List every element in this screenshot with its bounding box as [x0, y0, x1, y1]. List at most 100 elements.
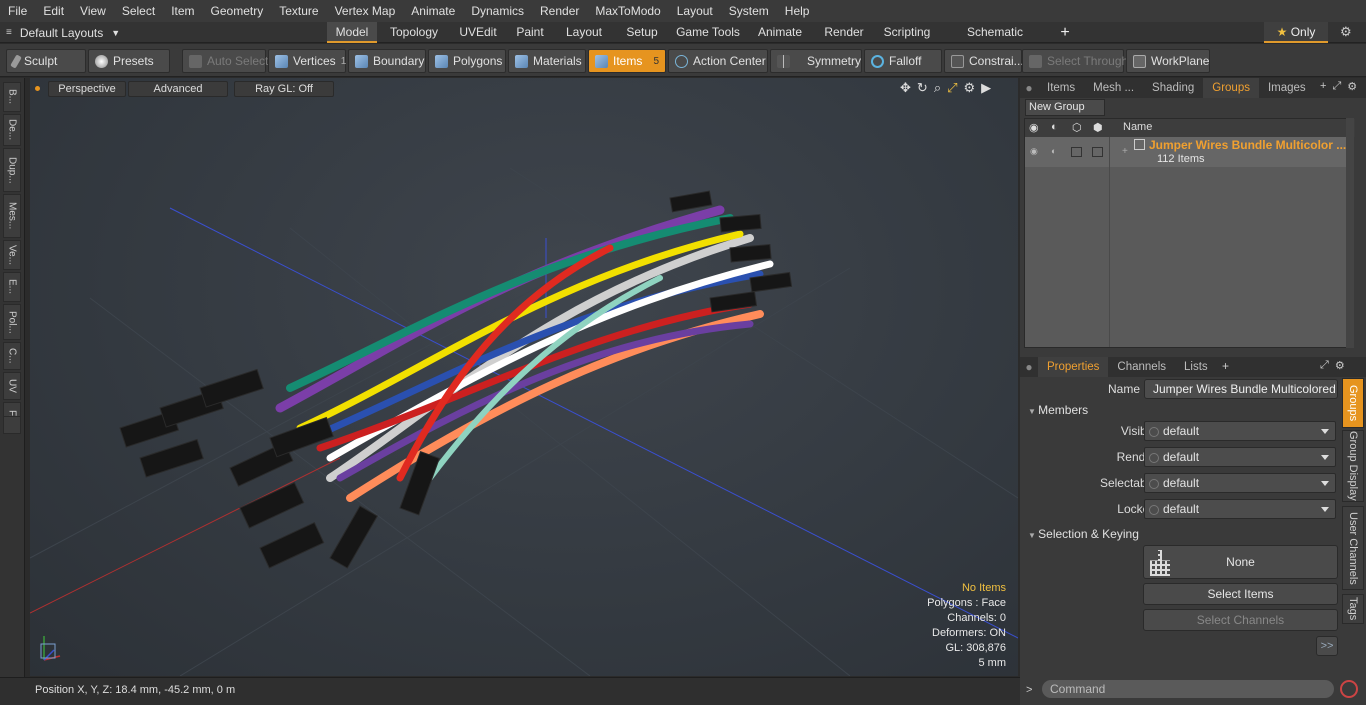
- workplane-button[interactable]: WorkPlane: [1126, 49, 1210, 73]
- add-properties-tab[interactable]: +: [1222, 359, 1229, 373]
- side-tab-tags[interactable]: Tags: [1342, 594, 1364, 624]
- tab-setup[interactable]: Setup: [617, 22, 667, 43]
- tab-game-tools[interactable]: Game Tools: [670, 22, 746, 43]
- expand-plus-icon[interactable]: +: [1122, 146, 1128, 157]
- selection-keying-section[interactable]: Selection & Keying: [1028, 527, 1139, 541]
- render-dropdown[interactable]: default: [1144, 447, 1336, 467]
- menu-item-help[interactable]: Help: [777, 0, 818, 22]
- left-tab-2[interactable]: Dup...: [3, 148, 21, 192]
- boundary-button[interactable]: Boundary: [348, 49, 426, 73]
- fit-view-icon[interactable]: ⤢: [947, 80, 957, 96]
- menu-item-item[interactable]: Item: [163, 0, 202, 22]
- only-toggle[interactable]: ★ Only: [1264, 22, 1328, 43]
- name-column-header[interactable]: Name: [1123, 121, 1152, 133]
- falloff-button[interactable]: Falloff: [864, 49, 942, 73]
- gear-icon[interactable]: ⚙: [1347, 80, 1357, 93]
- none-button[interactable]: None: [1143, 545, 1338, 579]
- menu-item-file[interactable]: File: [0, 0, 35, 22]
- vertices-button[interactable]: Vertices 1: [268, 49, 346, 73]
- auto-select-button[interactable]: Auto Select: [182, 49, 268, 73]
- tab-schematic-fusion[interactable]: Schematic Fusion: [946, 22, 1044, 60]
- menu-item-render[interactable]: Render: [532, 0, 587, 22]
- menu-item-edit[interactable]: Edit: [35, 0, 72, 22]
- add-tab-button[interactable]: +: [1057, 22, 1073, 43]
- render-icon[interactable]: ◐: [1051, 121, 1058, 133]
- left-tab-5[interactable]: E...: [3, 272, 21, 302]
- tab-model[interactable]: Model: [327, 22, 377, 43]
- constraints-button[interactable]: Constrai...: [944, 49, 1024, 73]
- side-tab-groups[interactable]: Groups: [1342, 378, 1364, 428]
- rotate-view-icon[interactable]: ↻: [917, 80, 928, 96]
- menu-item-texture[interactable]: Texture: [271, 0, 326, 22]
- items-button[interactable]: Items 5: [588, 49, 666, 73]
- left-tab-3[interactable]: Mes...: [3, 194, 21, 238]
- raygl-button[interactable]: Ray GL: Off: [234, 81, 334, 97]
- menu-item-animate[interactable]: Animate: [403, 0, 463, 22]
- select-through-button[interactable]: Select Through: [1022, 49, 1128, 73]
- name-field[interactable]: Jumper Wires Bundle Multicolored (3): [1144, 379, 1338, 399]
- tab-items[interactable]: Items: [1038, 78, 1084, 98]
- select-items-button[interactable]: Select Items: [1143, 583, 1338, 605]
- eye-icon[interactable]: ◉: [1029, 121, 1039, 134]
- left-tab-6[interactable]: Pol...: [3, 304, 21, 340]
- move-view-icon[interactable]: ✥: [900, 80, 911, 96]
- left-tab-8[interactable]: UV: [3, 372, 21, 400]
- tab-render[interactable]: Render: [815, 22, 873, 43]
- play-icon[interactable]: ▶: [981, 80, 991, 96]
- tab-channels[interactable]: Channels: [1108, 357, 1175, 377]
- record-icon[interactable]: [1340, 680, 1358, 698]
- left-tab-0[interactable]: B...: [3, 82, 21, 112]
- gear-icon[interactable]: ⚙: [1335, 359, 1345, 372]
- table-row[interactable]: ◉ ◐ + Jumper Wires Bundle Multicolor ...…: [1025, 137, 1347, 167]
- menu-item-select[interactable]: Select: [114, 0, 163, 22]
- menu-item-geometry[interactable]: Geometry: [203, 0, 272, 22]
- command-input[interactable]: Command: [1042, 680, 1334, 698]
- tab-images[interactable]: Images: [1259, 78, 1315, 98]
- add-tab-icon[interactable]: +: [1320, 80, 1326, 93]
- side-tab-user-channels[interactable]: User Channels: [1342, 506, 1364, 590]
- left-tab-7[interactable]: C...: [3, 342, 21, 370]
- layouts-selector[interactable]: ≡ Default Layouts ▼: [6, 22, 120, 43]
- tab-groups[interactable]: Groups: [1203, 78, 1259, 98]
- tab-topology[interactable]: Topology: [380, 22, 448, 43]
- lock-icon[interactable]: ⬡: [1072, 121, 1082, 134]
- expand-icon[interactable]: ⤢: [1332, 80, 1341, 93]
- panel-menu-dot[interactable]: ●: [1020, 81, 1038, 95]
- tab-animate[interactable]: Animate: [750, 22, 810, 43]
- advanced-button[interactable]: Advanced: [128, 81, 228, 97]
- selectable-dropdown[interactable]: default: [1144, 473, 1336, 493]
- tab-layout[interactable]: Layout: [555, 22, 613, 43]
- locked-dropdown[interactable]: default: [1144, 499, 1336, 519]
- side-tab-group-display[interactable]: Group Display: [1342, 430, 1364, 502]
- row-eye-icon[interactable]: ◉: [1030, 146, 1038, 157]
- menu-item-vertex-map[interactable]: Vertex Map: [327, 0, 404, 22]
- properties-menu-dot[interactable]: ●: [1020, 360, 1038, 374]
- 3d-viewport[interactable]: Perspective Advanced Ray GL: Off ✥ ↻ ⌕ ⤢…: [30, 78, 1018, 676]
- left-tab-1[interactable]: De...: [3, 114, 21, 146]
- sculpt-button[interactable]: Sculpt: [6, 49, 86, 73]
- menu-item-system[interactable]: System: [721, 0, 777, 22]
- select-channels-button[interactable]: Select Channels: [1143, 609, 1338, 631]
- group-name[interactable]: Jumper Wires Bundle Multicolor ...: [1149, 138, 1346, 152]
- tab-lists[interactable]: Lists: [1175, 357, 1217, 377]
- row-select-checkbox[interactable]: [1092, 147, 1103, 157]
- gear-icon[interactable]: ⚙: [964, 80, 976, 96]
- more-button[interactable]: >>: [1316, 636, 1338, 656]
- row-render-icon[interactable]: ◐: [1051, 146, 1056, 156]
- tab-mesh[interactable]: Mesh ...: [1084, 78, 1143, 98]
- materials-button[interactable]: Materials: [508, 49, 586, 73]
- tab-paint[interactable]: Paint: [508, 22, 552, 43]
- list-scrollbar[interactable]: [1346, 118, 1354, 348]
- zoom-icon[interactable]: ⌕: [934, 80, 941, 96]
- tab-shading[interactable]: Shading: [1143, 78, 1203, 98]
- menu-item-view[interactable]: View: [72, 0, 114, 22]
- expand-icon[interactable]: ⤢: [1320, 359, 1329, 372]
- viewport-menu-dot[interactable]: [35, 86, 40, 91]
- left-tab-4[interactable]: Ve...: [3, 240, 21, 270]
- select-icon[interactable]: ⬢: [1093, 121, 1103, 134]
- members-section[interactable]: Members: [1028, 403, 1088, 417]
- visible-dropdown[interactable]: default: [1144, 421, 1336, 441]
- gear-icon[interactable]: ⚙: [1340, 24, 1352, 40]
- menu-item-layout[interactable]: Layout: [669, 0, 721, 22]
- presets-button[interactable]: Presets: [88, 49, 170, 73]
